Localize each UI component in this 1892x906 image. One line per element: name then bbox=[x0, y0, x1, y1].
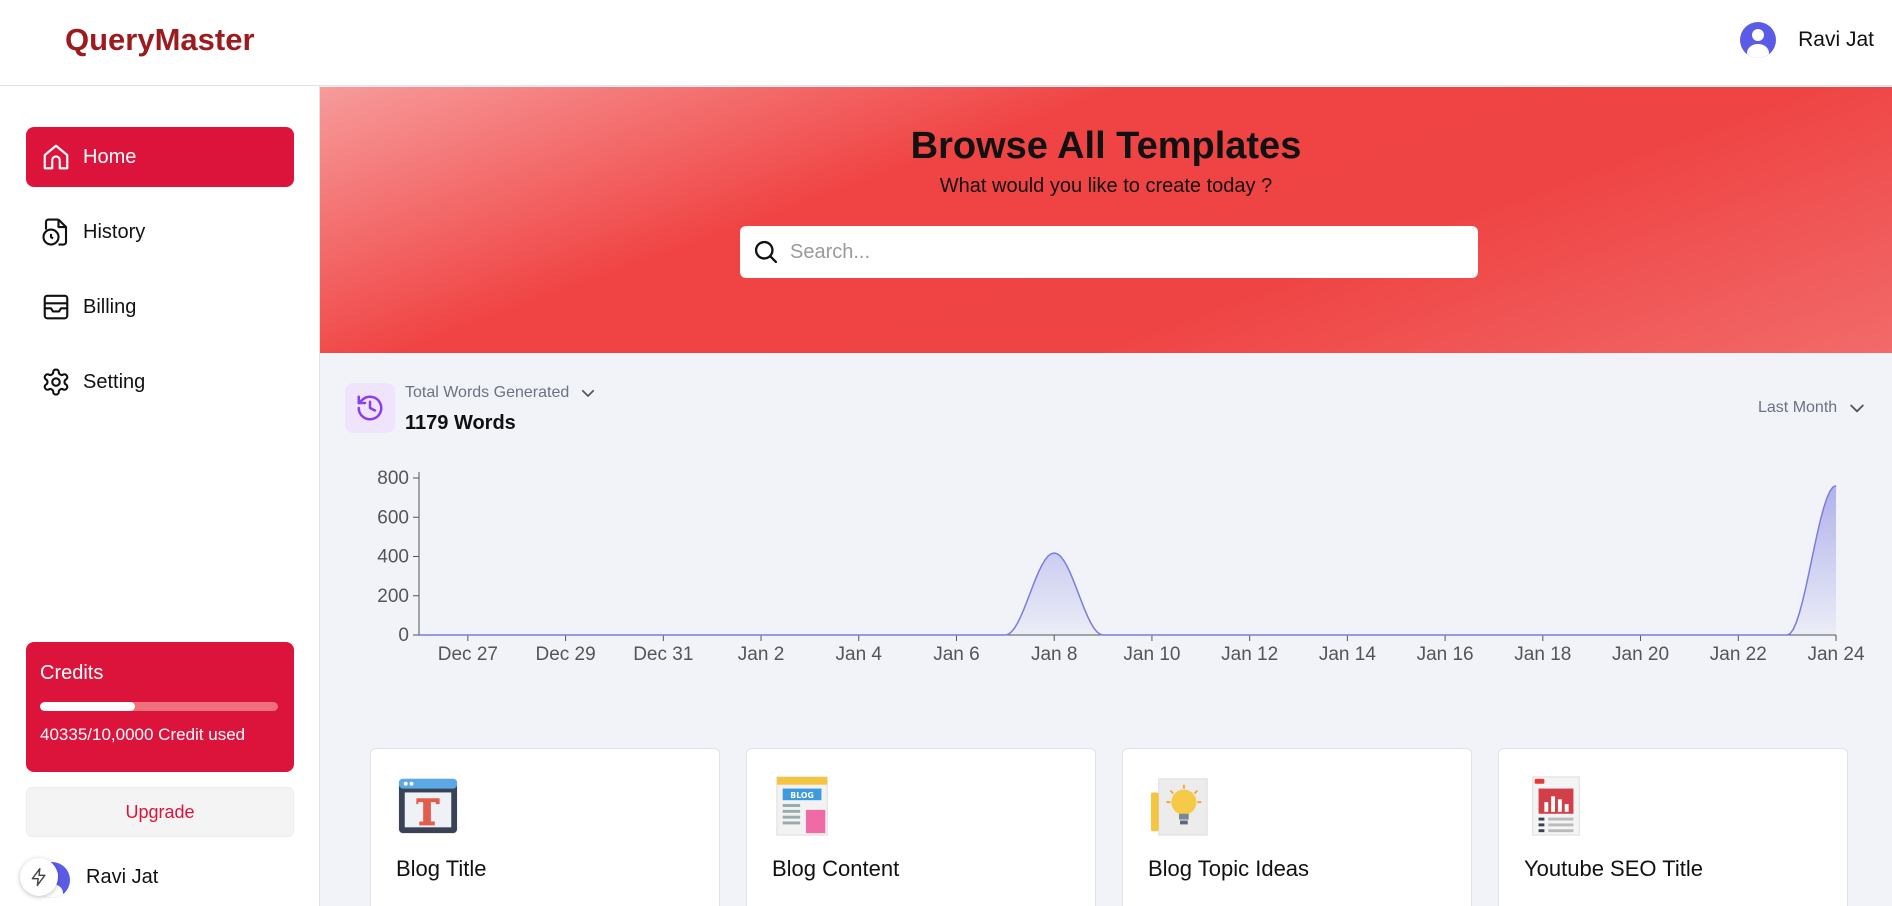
template-card-blog-topic-ideas[interactable]: Blog Topic Ideas bbox=[1122, 748, 1472, 906]
template-card-blog-content[interactable]: BLOG Blog Content bbox=[746, 748, 1096, 906]
header-user-menu[interactable]: Ravi Jat bbox=[1740, 22, 1874, 58]
top-header: QueryMaster Ravi Jat bbox=[0, 0, 1892, 86]
y-tick-label: 600 bbox=[377, 507, 409, 528]
header-user-name[interactable]: Ravi Jat bbox=[1798, 28, 1874, 52]
home-icon bbox=[43, 144, 69, 170]
x-tick-label: Jan 4 bbox=[836, 644, 883, 665]
credits-used-text: 40335/10,0000 Credit used bbox=[40, 725, 246, 744]
blog-title-icon bbox=[398, 778, 458, 834]
y-tick-label: 800 bbox=[377, 468, 409, 489]
sidebar-item-label: Setting bbox=[83, 370, 146, 393]
x-tick-label: Jan 6 bbox=[933, 644, 979, 665]
history-icon bbox=[42, 218, 68, 246]
x-tick-label: Jan 24 bbox=[1807, 644, 1864, 665]
credits-title: Credits bbox=[40, 662, 104, 684]
credits-progress-bar bbox=[40, 702, 278, 711]
blog-content-icon: BLOG bbox=[776, 776, 828, 836]
stat-selector[interactable]: Total Words Generated bbox=[405, 384, 597, 402]
sidebar-item-home[interactable]: Home bbox=[26, 127, 294, 187]
sidebar-item-label: Home bbox=[83, 145, 137, 168]
sidebar-user-name: Ravi Jat bbox=[86, 866, 159, 888]
x-tick-label: Jan 16 bbox=[1417, 644, 1474, 665]
card-title: Blog Topic Ideas bbox=[1148, 856, 1310, 881]
sidebar-item-label: History bbox=[83, 220, 146, 243]
sidebar-item-setting[interactable]: Setting bbox=[26, 352, 294, 412]
history-stat-icon bbox=[345, 383, 395, 433]
search-icon bbox=[754, 240, 778, 264]
sidebar-item-history[interactable]: History bbox=[26, 202, 294, 262]
x-tick-label: Jan 2 bbox=[738, 644, 784, 665]
x-tick-label: Jan 12 bbox=[1221, 644, 1278, 665]
lightning-icon bbox=[31, 867, 46, 887]
x-tick-label: Dec 29 bbox=[535, 644, 595, 665]
sidebar-item-label: Billing bbox=[83, 295, 137, 318]
clock-history-icon bbox=[357, 395, 383, 421]
x-tick-label: Jan 8 bbox=[1031, 644, 1077, 665]
x-tick-label: Jan 18 bbox=[1514, 644, 1571, 665]
search-box[interactable] bbox=[740, 226, 1478, 278]
y-tick-label: 0 bbox=[398, 625, 409, 646]
y-tick-label: 200 bbox=[377, 586, 409, 607]
x-tick-label: Jan 14 bbox=[1319, 644, 1376, 665]
bolt-badge[interactable] bbox=[20, 858, 58, 896]
card-title: Blog Title bbox=[396, 856, 487, 881]
stat-label: Total Words Generated bbox=[405, 384, 570, 401]
card-title: Blog Content bbox=[772, 856, 900, 881]
y-tick-label: 400 bbox=[377, 547, 409, 568]
hero-banner: Browse All Templates What would you like… bbox=[320, 87, 1892, 353]
x-tick-label: Dec 27 bbox=[438, 644, 498, 665]
billing-icon bbox=[43, 294, 69, 320]
page-title: Browse All Templates bbox=[910, 125, 1302, 167]
series-area bbox=[419, 485, 1836, 635]
sidebar-item-billing[interactable]: Billing bbox=[26, 277, 294, 337]
page-subtitle: What would you like to create today ? bbox=[939, 175, 1273, 197]
x-tick-label: Jan 10 bbox=[1123, 644, 1180, 665]
chevron-down-icon bbox=[1850, 404, 1864, 413]
template-card-youtube-seo-title[interactable]: Youtube SEO Title bbox=[1498, 748, 1848, 906]
card-title: Youtube SEO Title bbox=[1524, 856, 1703, 881]
words-area-chart: 0 200 400 600 800 Dec 27 Dec 29 Dec 31 Jan 2 Jan … bbox=[377, 468, 1865, 665]
credits-panel: Credits 40335/10,0000 Credit used bbox=[26, 642, 294, 772]
chevron-down-icon bbox=[582, 389, 595, 397]
svg-text:BLOG: BLOG bbox=[790, 791, 814, 800]
youtube-seo-icon bbox=[1532, 776, 1580, 836]
template-card-blog-title[interactable]: Blog Title bbox=[370, 748, 720, 906]
brand-logo[interactable]: QueryMaster bbox=[65, 22, 255, 58]
stat-value: 1179 Words bbox=[405, 412, 516, 434]
range-dropdown[interactable]: Last Month bbox=[1758, 398, 1867, 418]
series-line bbox=[419, 484, 1837, 636]
gear-icon bbox=[43, 368, 69, 396]
x-tick-label: Jan 22 bbox=[1710, 644, 1767, 665]
upgrade-button[interactable]: Upgrade bbox=[26, 787, 294, 837]
search-input[interactable] bbox=[790, 240, 1450, 264]
lightbulb-icon bbox=[1150, 778, 1208, 836]
user-avatar-icon[interactable] bbox=[1740, 22, 1777, 58]
x-tick-label: Jan 20 bbox=[1612, 644, 1669, 665]
x-tick-label: Dec 31 bbox=[633, 644, 693, 665]
credits-progress-fill bbox=[40, 702, 136, 711]
range-label: Last Month bbox=[1758, 399, 1838, 416]
sidebar: Home History Billing Setting Credits 403… bbox=[0, 86, 320, 906]
